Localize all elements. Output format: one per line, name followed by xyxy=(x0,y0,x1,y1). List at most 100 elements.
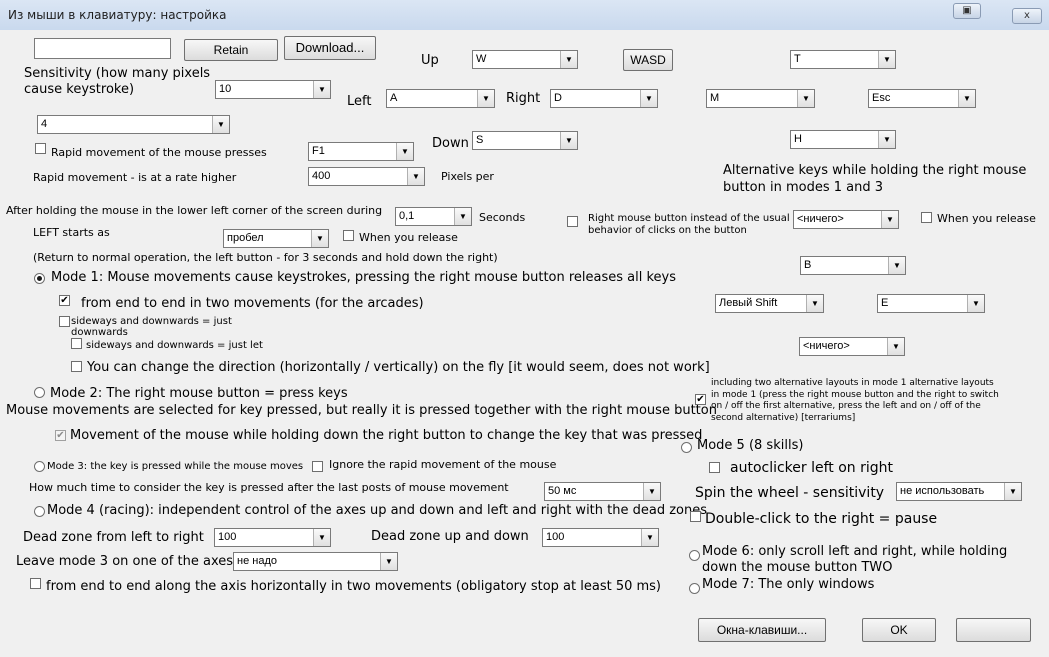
left-starts-value: пробел xyxy=(227,232,264,244)
chevron-down-icon: ▼ xyxy=(396,143,413,160)
rmb-instead-checkbox[interactable] xyxy=(567,216,578,227)
down-key-value: S xyxy=(476,134,484,146)
mode-select-value: 4 xyxy=(41,118,48,130)
spin-wheel-select[interactable]: не использовать ▼ xyxy=(896,482,1022,501)
alt-keys-caption: Alternative keys while holding the right… xyxy=(723,163,1027,195)
corner-hold-select[interactable]: 0,1 ▼ xyxy=(395,207,472,226)
mode1-nothing-value: <ничего> xyxy=(803,340,850,352)
corner-hold-unit: Seconds xyxy=(479,211,526,224)
chevron-down-icon: ▼ xyxy=(560,51,577,68)
rmb-instead-select[interactable]: <ничего> ▼ xyxy=(793,210,899,229)
left-when-release-checkbox[interactable] xyxy=(343,230,354,241)
mode1-b-select[interactable]: B ▼ xyxy=(800,256,906,275)
window-menu-button[interactable]: ▣ xyxy=(953,3,981,19)
mode7-label: Mode 7: The only windows xyxy=(702,577,875,592)
rapid-rate-unit: Pixels per xyxy=(441,170,494,183)
download-button[interactable]: Download... xyxy=(284,36,376,60)
down-key-select[interactable]: S ▼ xyxy=(472,131,578,150)
sideways-down-checkbox[interactable] xyxy=(59,316,70,327)
dead-lr-value: 100 xyxy=(218,531,237,543)
spin-wheel-value: не использовать xyxy=(900,485,985,497)
rapid-presses-checkbox[interactable] xyxy=(35,143,46,154)
ok-button[interactable]: OK xyxy=(862,618,936,642)
mode5-radio[interactable] xyxy=(681,442,692,453)
chevron-down-icon: ▼ xyxy=(797,90,814,107)
alt-up-key-select[interactable]: T ▼ xyxy=(790,50,896,69)
right-key-value: D xyxy=(554,92,562,104)
dead-lr-label: Dead zone from left to right xyxy=(23,530,204,545)
mode1-shift-select[interactable]: Левый Shift ▼ xyxy=(715,294,824,313)
chevron-down-icon: ▼ xyxy=(641,529,658,546)
mode1-radio[interactable] xyxy=(34,273,45,284)
left-starts-select[interactable]: пробел ▼ xyxy=(223,229,329,248)
dead-lr-select[interactable]: 100 ▼ xyxy=(214,528,331,547)
right-key-select[interactable]: D ▼ xyxy=(550,89,658,108)
rapid-presses-select[interactable]: F1 ▼ xyxy=(308,142,414,161)
cancel-button[interactable] xyxy=(956,618,1031,642)
mode3-radio[interactable] xyxy=(34,461,45,472)
windows-keys-button[interactable]: Окна-клавиши... xyxy=(698,618,826,642)
mode3-time-select[interactable]: 50 мс ▼ xyxy=(544,482,661,501)
wasd-button[interactable]: WASD xyxy=(623,49,673,71)
dead-ud-select[interactable]: 100 ▼ xyxy=(542,528,659,547)
mode1-e-select[interactable]: E ▼ xyxy=(877,294,985,313)
mode6-radio[interactable] xyxy=(689,550,700,561)
title-bar: Из мыши в клавиатуру: настройка ▣ x xyxy=(0,0,1049,31)
up-key-select[interactable]: W ▼ xyxy=(472,50,578,69)
retain-button[interactable]: Retain xyxy=(184,39,278,61)
mode2-radio[interactable] xyxy=(34,387,45,398)
change-direction-checkbox[interactable] xyxy=(71,361,82,372)
mode-select[interactable]: 4 ▼ xyxy=(37,115,230,134)
chevron-down-icon: ▼ xyxy=(881,211,898,228)
alt-down-key-select[interactable]: H ▼ xyxy=(790,130,896,149)
dead-ud-label: Dead zone up and down xyxy=(371,529,529,544)
mode3-time-value: 50 мс xyxy=(548,485,577,497)
restore-icon: ▣ xyxy=(962,5,972,16)
rapid-rate-select[interactable]: 400 ▼ xyxy=(308,167,425,186)
window-title: Из мыши в клавиатуру: настройка xyxy=(8,8,227,22)
double-click-pause-label: Double-click to the right = pause xyxy=(705,511,938,527)
mode3-time-label: How much time to consider the key is pre… xyxy=(29,481,509,494)
down-label: Down xyxy=(432,136,469,151)
left-key-select[interactable]: A ▼ xyxy=(386,89,495,108)
rmb-instead-value: <ничего> xyxy=(797,213,844,225)
mode3-ignore-checkbox[interactable] xyxy=(312,461,323,472)
alt-layouts-label: including two alternative layouts in mod… xyxy=(711,378,999,423)
sideways-let-checkbox[interactable] xyxy=(71,338,82,349)
alt-right-key-select[interactable]: Esc ▼ xyxy=(868,89,976,108)
left-when-release-label: When you release xyxy=(359,231,458,244)
mode4-radio[interactable] xyxy=(34,506,45,517)
dead-ud-value: 100 xyxy=(546,531,565,543)
spin-wheel-label: Spin the wheel - sensitivity xyxy=(695,485,885,501)
alt-down-key-value: H xyxy=(794,133,802,145)
rmb-when-release-label: When you release xyxy=(937,212,1036,225)
alt-left-key-value: M xyxy=(710,92,720,104)
up-key-value: W xyxy=(476,53,487,65)
alt-layouts-checkbox[interactable]: ✔ xyxy=(695,394,706,405)
autoclicker-checkbox[interactable] xyxy=(709,462,720,473)
mode1-nothing-select[interactable]: <ничего> ▼ xyxy=(799,337,905,356)
change-direction-label: You can change the direction (horizontal… xyxy=(87,360,710,375)
leave-mode3-label: Leave mode 3 on one of the axes xyxy=(16,554,234,569)
corner-hold-value: 0,1 xyxy=(399,210,415,222)
mode1-end-to-end-checkbox[interactable]: ✔ xyxy=(59,295,70,306)
mode7-radio[interactable] xyxy=(689,583,700,594)
preview-field[interactable] xyxy=(34,38,171,59)
chevron-down-icon: ▼ xyxy=(407,168,424,185)
close-button[interactable]: x xyxy=(1012,8,1042,24)
chevron-down-icon: ▼ xyxy=(643,483,660,500)
rapid-presses-value: F1 xyxy=(312,145,325,157)
axis-end-to-end-checkbox[interactable] xyxy=(30,578,41,589)
mode2-note: Mouse movements are selected for key pre… xyxy=(6,403,717,418)
rmb-when-release-checkbox[interactable] xyxy=(921,212,932,223)
settings-dialog: Retain Download... Sensitivity (how many… xyxy=(0,30,1049,657)
double-click-pause-checkbox[interactable] xyxy=(690,511,701,522)
chevron-down-icon: ▼ xyxy=(958,90,975,107)
rapid-rate-label: Rapid movement - is at a rate higher xyxy=(33,171,237,184)
return-note: (Return to normal operation, the left bu… xyxy=(33,251,498,264)
sensitivity-select[interactable]: 10 ▼ xyxy=(215,80,331,99)
mode2-movement-checkbox[interactable]: ✔ xyxy=(55,430,66,441)
alt-left-key-select[interactable]: M ▼ xyxy=(706,89,815,108)
chevron-down-icon: ▼ xyxy=(313,529,330,546)
leave-mode3-select[interactable]: не надо ▼ xyxy=(233,552,398,571)
